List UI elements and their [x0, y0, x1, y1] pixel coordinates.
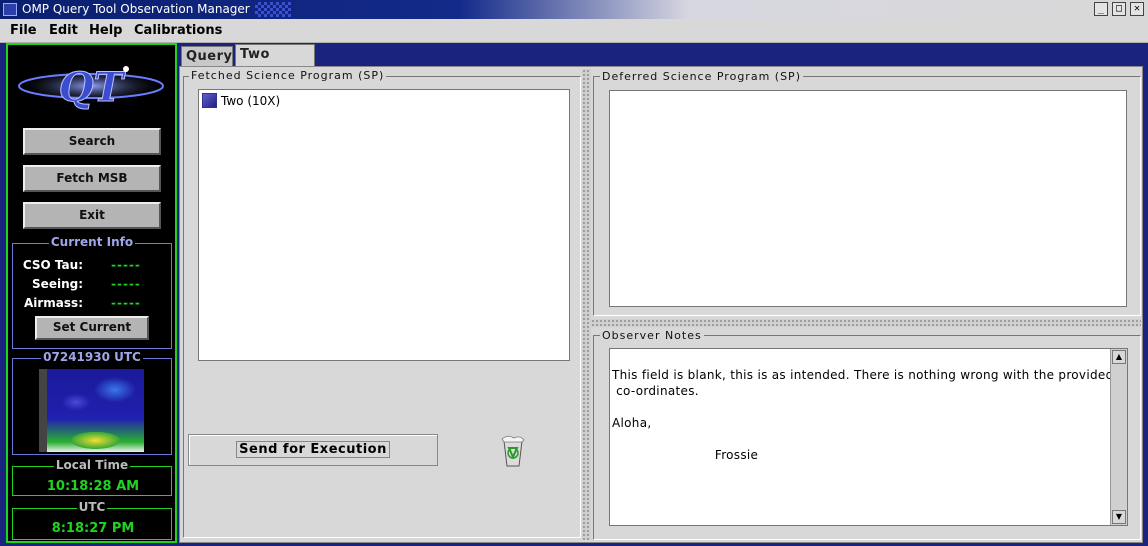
- titlebar-decoration: [255, 2, 291, 17]
- menu-help[interactable]: Help: [89, 23, 122, 38]
- send-for-execution-button[interactable]: Send for Execution: [188, 434, 438, 466]
- exit-button[interactable]: Exit: [23, 202, 161, 229]
- seeing-row: Seeing: -----: [13, 277, 171, 293]
- program-panel: Fetched Science Program (SP) Two (10X) S…: [179, 66, 1143, 543]
- satellite-timestamp: 07241930 UTC: [41, 350, 143, 364]
- window-title: OMP Query Tool Observation Manager: [22, 2, 250, 16]
- set-current-button[interactable]: Set Current: [35, 316, 149, 340]
- send-for-execution-label: Send for Execution: [236, 441, 390, 458]
- cso-tau-row: CSO Tau: -----: [13, 258, 171, 274]
- maximize-button[interactable]: □: [1112, 2, 1126, 16]
- deferred-sp-tree[interactable]: [609, 90, 1127, 307]
- cso-tau-label: CSO Tau:: [22, 258, 83, 272]
- scroll-up-arrow-icon[interactable]: ▲: [1112, 350, 1126, 364]
- observer-notes-text: This field is blank, this is as intended…: [612, 368, 1114, 462]
- fetch-msb-button[interactable]: Fetch MSB: [23, 165, 161, 192]
- cso-tau-value: -----: [111, 258, 141, 272]
- seeing-value: -----: [111, 277, 141, 291]
- utc-group: UTC 8:18:27 PM: [12, 500, 172, 540]
- menu-file[interactable]: File: [10, 23, 37, 38]
- svg-text:QT: QT: [59, 64, 127, 111]
- menu-bar: File Edit Help Calibrations: [0, 19, 1148, 43]
- airmass-value: -----: [111, 296, 141, 310]
- qt-logo: QT: [15, 64, 167, 112]
- program-icon: [202, 93, 217, 108]
- current-info-group: Current Info CSO Tau: ----- Seeing: ----…: [12, 235, 172, 349]
- utc-legend: UTC: [76, 500, 108, 514]
- menu-edit[interactable]: Edit: [49, 23, 78, 38]
- local-time-legend: Local Time: [53, 458, 131, 472]
- observer-notes-textarea[interactable]: This field is blank, this is as intended…: [609, 348, 1128, 526]
- close-button[interactable]: ✕: [1130, 2, 1144, 16]
- search-button[interactable]: Search: [23, 128, 161, 155]
- notes-scrollbar[interactable]: ▲ ▼: [1110, 349, 1127, 525]
- control-sidebar: QT Search Fetch MSB Exit Current Info CS…: [6, 43, 177, 543]
- scroll-down-arrow-icon[interactable]: ▼: [1112, 510, 1126, 524]
- horizontal-splitter[interactable]: [582, 69, 591, 540]
- tree-item-program[interactable]: Two (10X): [202, 93, 280, 108]
- menu-calibrations[interactable]: Calibrations: [134, 23, 222, 38]
- current-info-legend: Current Info: [48, 235, 136, 249]
- minimize-button[interactable]: _: [1094, 2, 1108, 16]
- title-bar: OMP Query Tool Observation Manager _ □ ✕: [0, 0, 1148, 19]
- tab-query[interactable]: Query: [181, 46, 233, 67]
- tab-two-10x[interactable]: Two (10X): [235, 44, 315, 81]
- fetched-sp-tree[interactable]: Two (10X): [198, 89, 570, 361]
- tree-item-label: Two (10X): [221, 94, 281, 108]
- deferred-sp-label: Deferred Science Program (SP): [600, 70, 803, 83]
- satellite-group: 07241930 UTC: [12, 350, 172, 455]
- airmass-row: Airmass: -----: [13, 296, 171, 312]
- vertical-splitter[interactable]: [591, 319, 1141, 327]
- app-icon: [3, 3, 17, 16]
- recycle-bin-icon[interactable]: [498, 435, 528, 467]
- utc-value: 8:18:27 PM: [51, 521, 135, 536]
- fetched-sp-label: Fetched Science Program (SP): [189, 69, 387, 82]
- seeing-label: Seeing:: [32, 277, 83, 291]
- local-time-value: 10:18:28 AM: [46, 479, 140, 494]
- satellite-image[interactable]: [39, 369, 144, 452]
- local-time-group: Local Time 10:18:28 AM: [12, 458, 172, 496]
- airmass-label: Airmass:: [23, 296, 83, 310]
- observer-notes-label: Observer Notes: [600, 329, 704, 342]
